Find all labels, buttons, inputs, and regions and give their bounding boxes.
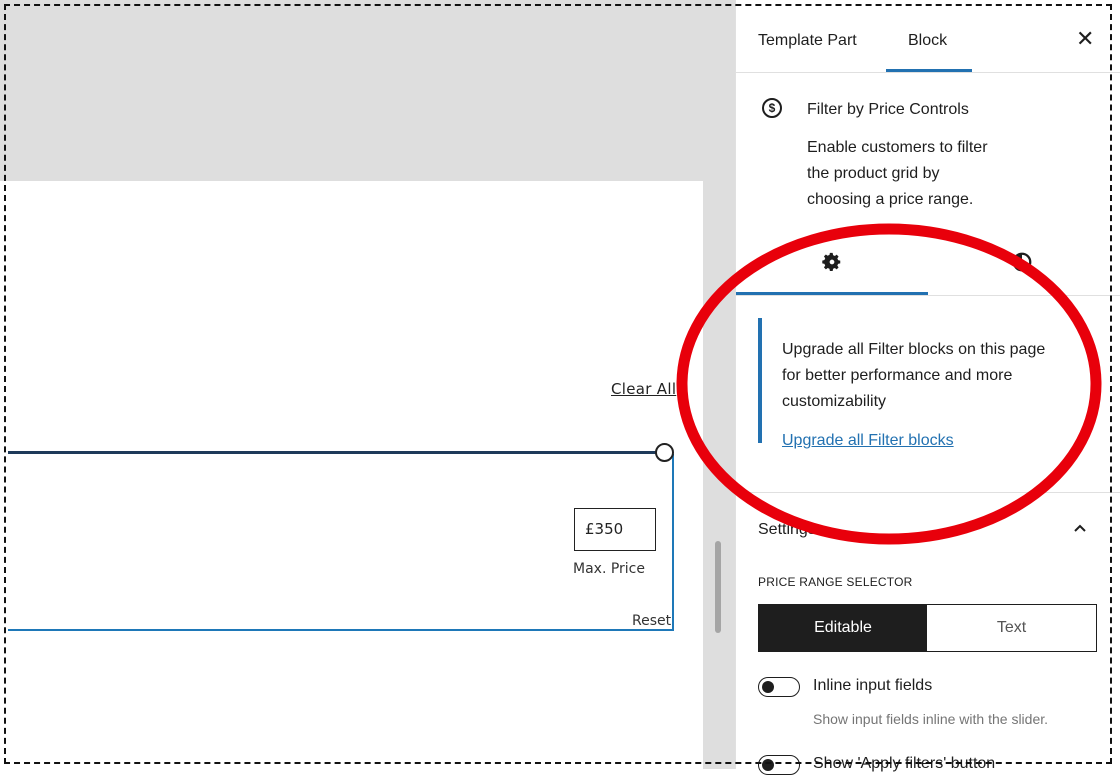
option-text[interactable]: Text bbox=[927, 605, 1096, 651]
chevron-up-icon[interactable] bbox=[1073, 521, 1087, 535]
dollar-circle-icon: $ bbox=[762, 98, 782, 118]
option-editable[interactable]: Editable bbox=[759, 605, 927, 651]
tab-block[interactable]: Block bbox=[908, 32, 947, 50]
price-range-toggle-group: Editable Text bbox=[758, 604, 1097, 652]
price-slider-max-handle[interactable] bbox=[655, 443, 674, 462]
max-price-input[interactable]: £350 bbox=[574, 508, 656, 551]
reset-link[interactable]: Reset bbox=[632, 613, 671, 629]
clear-all-link[interactable]: Clear All bbox=[611, 380, 676, 398]
price-slider-track[interactable] bbox=[8, 451, 666, 454]
upgrade-filter-blocks-link[interactable]: Upgrade all Filter blocks bbox=[782, 432, 954, 450]
inspector-subtabs bbox=[736, 228, 1120, 296]
section-divider bbox=[736, 492, 1120, 493]
inline-input-fields-label: Inline input fields bbox=[813, 677, 933, 694]
sidebar-tabs: Template Part Block ✕ bbox=[736, 0, 1120, 73]
active-subtab-indicator bbox=[736, 292, 928, 295]
toggle-knob bbox=[762, 759, 774, 771]
toggle-knob bbox=[762, 681, 774, 693]
close-icon[interactable]: ✕ bbox=[1076, 26, 1094, 52]
styles-icon[interactable] bbox=[1011, 251, 1033, 273]
canvas-scrollbar[interactable] bbox=[715, 541, 721, 633]
block-title: Filter by Price Controls bbox=[807, 101, 969, 118]
tab-template-part[interactable]: Template Part bbox=[758, 32, 857, 50]
settings-panel-title[interactable]: Settings bbox=[758, 521, 816, 539]
notice-text: Upgrade all Filter blocks on this page f… bbox=[782, 341, 1046, 410]
inline-input-fields-toggle[interactable] bbox=[758, 677, 800, 697]
gear-icon[interactable] bbox=[821, 251, 843, 273]
upgrade-notice: Upgrade all Filter blocks on this page f… bbox=[758, 318, 1102, 449]
inline-input-fields-help: Show input fields inline with the slider… bbox=[813, 711, 1049, 727]
settings-sidebar: Template Part Block ✕ $ Filter by Price … bbox=[735, 0, 1120, 775]
block-description: Enable customers to filter the product g… bbox=[807, 139, 988, 208]
editor-canvas: Clear All £350 Max. Price Reset bbox=[0, 0, 735, 769]
block-card: $ Filter by Price Controls Enable custom… bbox=[736, 72, 1120, 222]
price-range-selector-label: PRICE RANGE SELECTOR bbox=[758, 575, 913, 589]
apply-filters-button-toggle[interactable] bbox=[758, 755, 800, 775]
max-price-label: Max. Price bbox=[573, 561, 645, 577]
max-price-value: £350 bbox=[585, 520, 624, 538]
apply-filters-button-label: Show 'Apply filters' button bbox=[813, 755, 996, 772]
